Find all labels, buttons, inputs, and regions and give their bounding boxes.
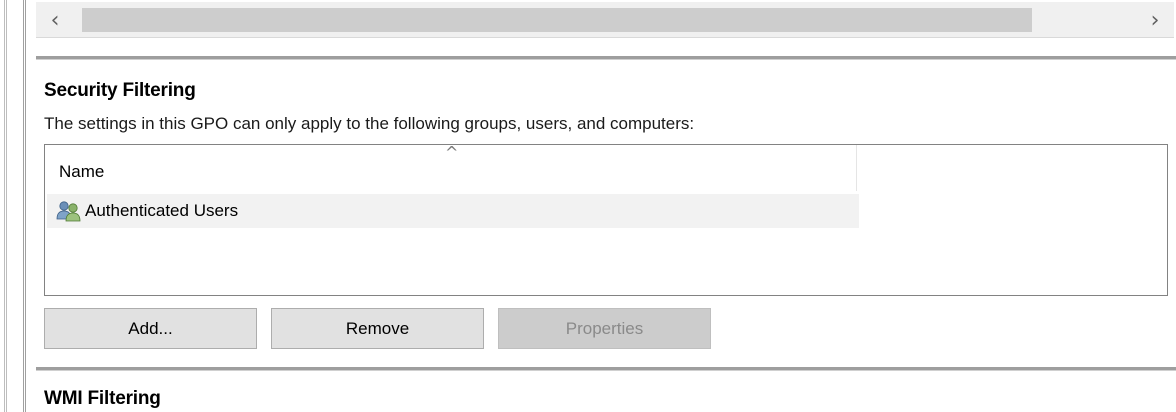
add-button[interactable]: Add... (44, 308, 257, 349)
scroll-left-icon[interactable]: ‹ (36, 2, 74, 38)
scroll-right-icon[interactable]: › (1136, 2, 1174, 38)
users-icon (55, 199, 83, 223)
pane-splitter[interactable] (0, 0, 26, 412)
scrollbar-thumb[interactable] (82, 8, 1032, 32)
list-item[interactable]: Authenticated Users (47, 194, 859, 228)
section-divider (36, 56, 1176, 60)
list-item-label: Authenticated Users (85, 201, 239, 220)
security-filtering-description: The settings in this GPO can only apply … (44, 114, 695, 133)
remove-button[interactable]: Remove (271, 308, 484, 349)
horizontal-scrollbar[interactable]: ‹ › (36, 2, 1174, 38)
section-divider (36, 367, 1176, 371)
properties-button: Properties (498, 308, 711, 349)
column-header-name[interactable]: ^ Name (45, 143, 857, 191)
wmi-filtering-title: WMI Filtering (44, 388, 161, 409)
security-filter-list[interactable]: ^ Name Authenticated Users (44, 143, 1168, 296)
sort-ascending-icon: ^ (445, 143, 459, 162)
column-header-label: Name (59, 162, 105, 181)
security-filtering-title: Security Filtering (44, 80, 196, 101)
